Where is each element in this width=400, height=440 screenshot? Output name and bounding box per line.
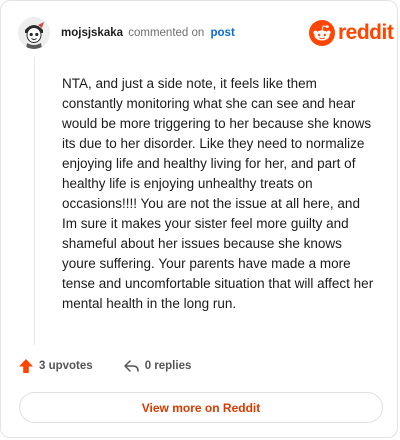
replies-button[interactable]: 0 replies — [123, 358, 192, 374]
thread-line — [34, 57, 35, 345]
comment-header: mojsjskaka commented on post — [61, 26, 235, 40]
commented-on-text: commented on — [128, 27, 205, 39]
comment-actions: 3 upvotes 0 replies — [18, 358, 191, 374]
upvote-button[interactable]: 3 upvotes — [18, 358, 93, 374]
avatar-icon — [18, 17, 50, 49]
user-avatar[interactable] — [18, 17, 50, 49]
upvote-arrow-icon — [19, 359, 33, 373]
embedded-comment-card: mojsjskaka commented on post reddit NTA,… — [0, 0, 398, 438]
reddit-wordmark: reddit — [338, 21, 394, 44]
reddit-brand[interactable]: reddit — [309, 20, 394, 46]
reply-arrow-icon — [123, 360, 139, 372]
comment-text: NTA, and just a side note, it feels like… — [62, 76, 374, 311]
reply-count: 0 replies — [144, 360, 192, 372]
username-link[interactable]: mojsjskaka — [61, 27, 123, 39]
upvote-count: 3 upvotes — [39, 360, 93, 372]
reddit-snoo-icon — [309, 20, 335, 46]
post-link[interactable]: post — [211, 27, 235, 39]
view-more-button[interactable]: View more on Reddit — [19, 392, 383, 423]
